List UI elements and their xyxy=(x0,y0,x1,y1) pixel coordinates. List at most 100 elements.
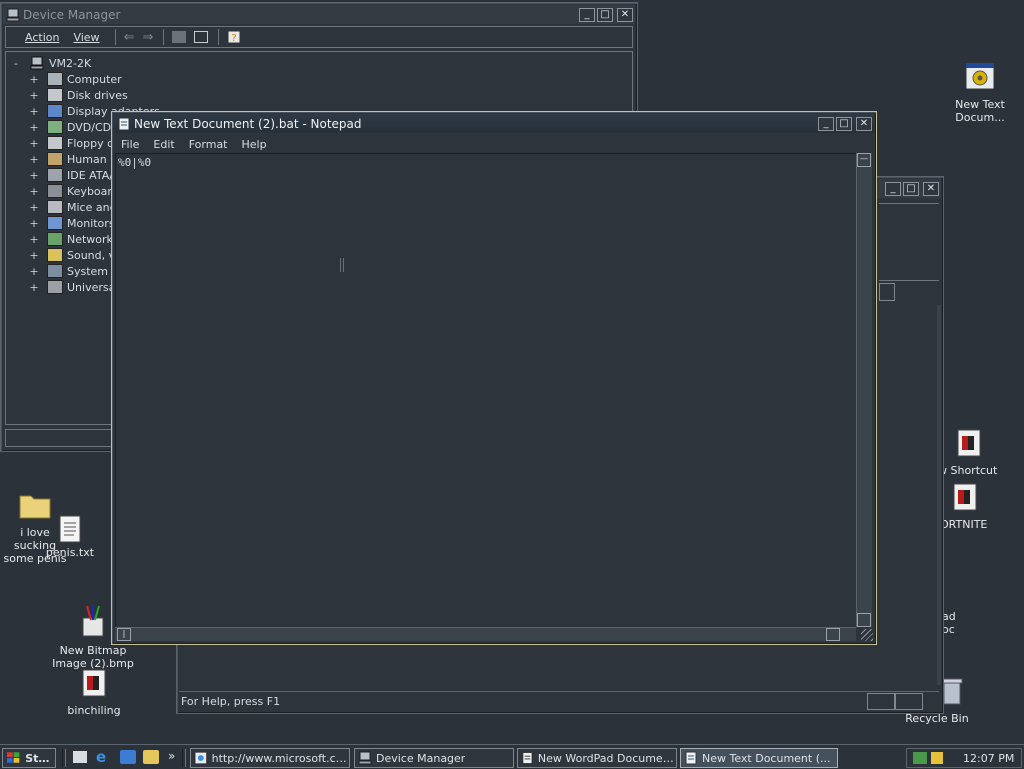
tree-item[interactable]: + Sound, vi xyxy=(28,247,118,263)
notepad-vertical-scrollbar[interactable]: — xyxy=(856,153,872,627)
tree-item[interactable]: + Human In xyxy=(28,151,120,167)
computer-icon xyxy=(30,56,44,70)
tree-item-label: Monitors xyxy=(67,216,115,230)
network-tray-icon[interactable] xyxy=(913,752,927,764)
expand-toggle[interactable]: + xyxy=(28,281,40,294)
maximize-button[interactable]: □ xyxy=(836,116,852,131)
maximize-button[interactable]: □ xyxy=(597,7,613,22)
expand-toggle[interactable]: + xyxy=(28,137,40,150)
menu-format[interactable]: Format xyxy=(182,138,235,151)
expand-toggle[interactable]: + xyxy=(28,249,40,262)
tree-item[interactable]: + IDE ATA/A xyxy=(28,167,120,183)
tree-item[interactable]: + Universal xyxy=(28,279,118,295)
device-manager-titlebar[interactable]: Device Manager _ □ ✕ xyxy=(3,5,635,24)
menu-file[interactable]: File xyxy=(114,138,146,151)
device-category-icon xyxy=(47,72,63,86)
minimize-button[interactable]: _ xyxy=(579,7,595,22)
tree-item[interactable]: + DVD/CD-R xyxy=(28,119,123,135)
back-arrow-icon[interactable]: ⇐ xyxy=(124,30,135,45)
desktop-icon-ad-oc[interactable]: ad oc xyxy=(942,610,966,636)
notepad-text-area[interactable]: %0|%0 xyxy=(115,153,856,627)
quicklaunch-more-button[interactable]: » xyxy=(168,749,175,763)
desktop-icon-binchiling[interactable]: binchiling xyxy=(62,668,126,717)
menu-edit[interactable]: Edit xyxy=(146,138,181,151)
expand-toggle[interactable]: + xyxy=(28,153,40,166)
expand-toggle[interactable]: + xyxy=(28,265,40,278)
scroll-left-button[interactable]: | xyxy=(117,628,131,641)
menu-action[interactable]: Action xyxy=(18,31,66,44)
notepad-content: %0|%0 xyxy=(118,156,152,169)
tree-item[interactable]: + Mice and xyxy=(28,199,117,215)
minimize-button[interactable]: _ xyxy=(818,116,834,131)
desktop-icon-fortnite[interactable]: ORTNITE xyxy=(940,482,990,531)
outlook-express-icon[interactable] xyxy=(120,750,136,764)
wordpad-statusbar: For Help, press F1 xyxy=(179,691,939,710)
wordpad-vertical-scrollbar[interactable] xyxy=(937,305,941,685)
scroll-right-button[interactable] xyxy=(826,628,840,641)
device-category-icon xyxy=(47,200,63,214)
expand-toggle[interactable]: + xyxy=(28,201,40,214)
clock[interactable]: 12:07 PM xyxy=(963,752,1014,765)
close-button[interactable]: ✕ xyxy=(923,181,939,196)
desktop-icon-new-text-document[interactable]: New Text Docum... xyxy=(950,60,1010,124)
tree-item[interactable]: + Monitors xyxy=(28,215,115,231)
taskbar-separator xyxy=(62,749,66,767)
volume-tray-icon[interactable] xyxy=(931,752,943,764)
tree-root[interactable]: - VM2-2K xyxy=(10,55,91,71)
maximize-button[interactable]: □ xyxy=(903,181,919,196)
forward-arrow-icon[interactable]: ⇒ xyxy=(142,30,153,45)
expand-toggle[interactable]: + xyxy=(28,73,40,86)
expand-toggle[interactable]: + xyxy=(28,233,40,246)
task-button-internet-explorer[interactable]: http://www.microsoft.co... xyxy=(190,748,350,768)
wordpad-format-combo[interactable] xyxy=(879,283,895,301)
explorer-icon[interactable] xyxy=(143,750,159,764)
toolbar-separator xyxy=(163,29,165,45)
notepad-window[interactable]: New Text Document (2).bat - Notepad _ □ … xyxy=(111,111,877,645)
expand-toggle[interactable]: + xyxy=(28,89,40,102)
expand-toggle[interactable]: + xyxy=(28,105,40,118)
device-category-icon xyxy=(47,232,63,246)
toolbar-separator xyxy=(114,29,116,45)
internet-explorer-icon[interactable]: e xyxy=(96,749,112,765)
device-category-icon xyxy=(47,168,63,182)
tree-item[interactable]: + Network a xyxy=(28,231,123,247)
properties-icon[interactable] xyxy=(194,31,209,43)
wordpad-icon xyxy=(522,752,533,764)
notepad-icon xyxy=(118,117,130,130)
resize-grip-icon[interactable] xyxy=(861,629,873,641)
collapse-toggle[interactable]: - xyxy=(10,57,22,70)
tree-item[interactable]: + Keyboard xyxy=(28,183,119,199)
minimize-button[interactable]: _ xyxy=(885,181,901,196)
tree-item[interactable]: + Computer xyxy=(28,71,122,87)
status-pane xyxy=(895,693,923,710)
menu-view[interactable]: View xyxy=(66,31,106,44)
desktop-icon-penis-txt[interactable]: penis.txt xyxy=(44,514,96,559)
task-button-device-manager[interactable]: Device Manager xyxy=(354,748,514,768)
close-button[interactable]: ✕ xyxy=(856,116,872,131)
scroll-down-button[interactable] xyxy=(857,613,871,627)
expand-toggle[interactable]: + xyxy=(28,169,40,182)
task-button-notepad[interactable]: New Text Document (... xyxy=(680,748,838,768)
notepad-titlebar[interactable]: New Text Document (2).bat - Notepad _ □ … xyxy=(114,114,874,133)
wordpad-status-text: For Help, press F1 xyxy=(181,694,281,708)
help-icon[interactable]: ? xyxy=(227,30,241,44)
tree-item[interactable]: + Disk drives xyxy=(28,87,128,103)
scroll-up-button[interactable]: — xyxy=(857,153,871,167)
start-button[interactable]: Start xyxy=(2,748,56,768)
expand-toggle[interactable]: + xyxy=(28,217,40,230)
expand-toggle[interactable]: + xyxy=(28,121,40,134)
notepad-horizontal-scrollbar[interactable]: | xyxy=(115,627,856,641)
expand-toggle[interactable]: + xyxy=(28,185,40,198)
desktop-icon-shortcut[interactable]: w Shortcut xyxy=(938,428,1000,477)
device-category-icon xyxy=(47,184,63,198)
tree-item[interactable]: + Floppy dis xyxy=(28,135,123,151)
toolbar-separator xyxy=(218,29,220,45)
text-file-icon xyxy=(59,515,81,543)
show-desktop-icon[interactable] xyxy=(72,750,88,764)
folder-view-icon[interactable] xyxy=(172,31,187,43)
menu-help[interactable]: Help xyxy=(235,138,274,151)
taskbar: Start e » http://www.microsoft.co... Dev… xyxy=(0,744,1024,769)
task-button-wordpad[interactable]: New WordPad Document.... xyxy=(517,748,677,768)
tree-item-label: Mice and xyxy=(67,200,117,214)
close-button[interactable]: ✕ xyxy=(617,7,633,22)
